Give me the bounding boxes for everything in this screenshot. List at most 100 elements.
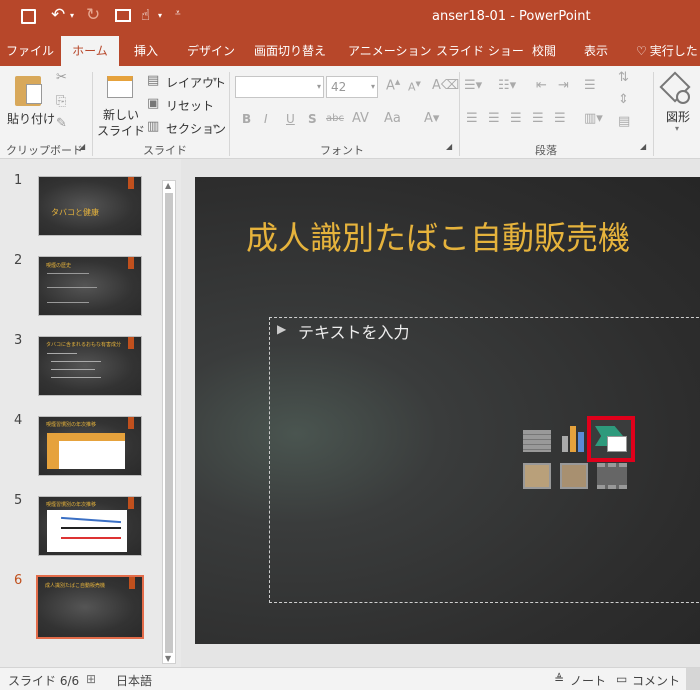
title-bar: ↶ ▾ ↻ ☝ ▾ ⩡ anser18-01 - PowerPoint [0,0,700,36]
decrease-indent-icon[interactable]: ⇤ [536,78,547,93]
decrease-font-icon[interactable]: A▼ [408,80,421,94]
present-from-start-icon[interactable] [115,9,131,22]
dialog-launcher-icon[interactable]: ◢ [79,142,85,151]
insert-smartart-icon[interactable] [587,416,635,462]
tab-review[interactable]: 校閲 [532,36,556,66]
tab-design[interactable]: デザイン [187,36,235,66]
slide-thumbnail-1[interactable]: タバコと健康 [38,176,142,236]
increase-indent-icon[interactable]: ⇥ [558,78,569,93]
paste-button[interactable]: 貼り付け [6,70,55,130]
notes-icon[interactable]: ≜ [554,672,564,686]
bullet-line [51,361,101,362]
font-name-combobox[interactable]: ▾ [235,76,324,98]
slide-thumbnail-3[interactable]: タバコに含まれるおもな有害成分 [38,336,142,396]
table-header [47,433,125,441]
undo-icon[interactable]: ↶ [51,5,65,25]
slide-canvas[interactable]: 成人識別たばこ自動販売機 ▶ テキストを入力 [195,177,700,644]
underline-button[interactable]: U [286,112,295,126]
slides-group-label: スライド [143,144,187,157]
comments-icon[interactable]: ▭ [616,672,627,686]
slide-number: 5 [14,493,23,508]
content-placeholder[interactable]: ▶ テキストを入力 [269,317,700,603]
text-direction-icon[interactable]: ⇅ [618,70,629,85]
bold-button[interactable]: B [242,112,251,126]
tab-view[interactable]: 表示 [584,36,608,66]
strikethrough-button[interactable]: abc [326,113,344,124]
smartart-convert-icon[interactable]: ▤ [618,114,630,129]
chevron-down-icon[interactable]: ▾ [213,75,217,84]
align-right-icon[interactable]: ☰ [510,111,522,126]
font-group-label: フォント [320,144,364,157]
tab-slideshow[interactable]: スライド ショー [436,36,524,66]
scroll-thumb[interactable] [165,193,173,653]
insert-chart-icon[interactable] [560,424,584,452]
normal-view-icon[interactable] [686,668,700,690]
cut-icon[interactable]: ✂ [56,70,67,85]
save-icon[interactable] [21,9,36,24]
divider [653,72,654,156]
insert-video-icon[interactable] [597,463,627,489]
redo-icon[interactable]: ↻ [86,5,100,25]
tab-insert[interactable]: 挿入 [134,36,158,66]
slide-title[interactable]: 成人識別たばこ自動販売機 [246,213,630,259]
font-color-icon[interactable]: A▾ [424,111,439,126]
language-indicator[interactable]: 日本語 [116,672,152,689]
format-painter-icon[interactable]: ✎ [56,116,67,131]
numbering-icon[interactable]: ☷▾ [498,78,516,93]
bullet-lines [47,273,89,303]
align-text-icon[interactable]: ⇕ [618,92,629,107]
scroll-down-icon[interactable]: ▼ [165,654,171,663]
shapes-button[interactable]: 図形 [666,108,690,125]
customize-qat-icon[interactable]: ⩡ [175,8,181,19]
increase-font-icon[interactable]: A▲ [386,78,400,93]
insert-online-picture-icon[interactable] [560,463,588,489]
notes-button[interactable]: ノート [570,672,606,689]
chevron-down-icon[interactable]: ▾ [675,124,679,133]
insert-table-icon[interactable] [523,430,551,452]
bullet-icon: ▶ [277,322,287,336]
align-left-icon[interactable]: ☰ [466,111,478,126]
tab-animations[interactable]: アニメーション [348,36,432,66]
tab-home[interactable]: ホーム [61,36,119,66]
chevron-down-icon[interactable]: ▾ [158,11,162,20]
divider [92,72,93,156]
character-spacing-icon[interactable]: AV [352,111,369,126]
distributed-icon[interactable]: ☰ [554,111,566,126]
tab-file[interactable]: ファイル [0,36,60,66]
reset-button[interactable]: リセット [166,97,214,114]
line-spacing-icon[interactable]: ☰ [584,78,596,93]
align-center-icon[interactable]: ☰ [488,111,500,126]
bullets-icon[interactable]: ☰▾ [464,78,482,93]
new-slide-icon [107,76,133,98]
thumbnail-title: 成人識別たばこ自動販売機 [45,583,106,589]
dialog-launcher-icon[interactable]: ◢ [446,142,452,151]
shadow-button[interactable]: S [308,112,317,126]
section-icon: ▥ [147,119,160,134]
chevron-down-icon: ▾ [316,82,321,91]
copy-icon[interactable]: ⎘ [56,94,66,109]
slide-thumbnail-2[interactable]: 喫煙の歴史 [38,256,142,316]
dialog-launcher-icon[interactable]: ◢ [640,142,646,151]
tab-transitions[interactable]: 画面切り替え [254,36,326,66]
thumbnail-scrollbar[interactable]: ▲ ▼ [162,180,176,664]
clear-format-icon[interactable]: A⌫ [432,78,459,93]
scroll-up-icon[interactable]: ▲ [165,181,171,190]
spelling-icon[interactable]: ⊞ [86,672,96,686]
insert-picture-icon[interactable] [523,463,551,489]
new-slide-button[interactable]: 新しい スライド [97,70,145,140]
comments-button[interactable]: コメント [632,672,680,689]
slide-thumbnail-6[interactable]: 成人識別たばこ自動販売機 [36,575,144,639]
tab-tell-me[interactable]: ♡ 実行した [636,36,698,66]
chevron-down-icon[interactable]: ▾ [213,122,217,131]
touch-mode-icon[interactable]: ☝ [141,6,150,24]
change-case-icon[interactable]: Aa [384,111,401,126]
slide-thumbnail-5[interactable]: 喫煙習慣別の年次推移 [38,496,142,556]
accent-bar [128,497,134,509]
slide-thumbnail-4[interactable]: 喫煙習慣別の年次推移 [38,416,142,476]
columns-icon[interactable]: ▥▾ [584,111,603,126]
thumbnail-title: タバコに含まれるおもな有害成分 [46,342,122,348]
font-size-combobox[interactable]: 42 ▾ [326,76,378,98]
chevron-down-icon[interactable]: ▾ [70,11,74,20]
justify-icon[interactable]: ☰ [532,111,544,126]
italic-button[interactable]: I [264,112,268,126]
